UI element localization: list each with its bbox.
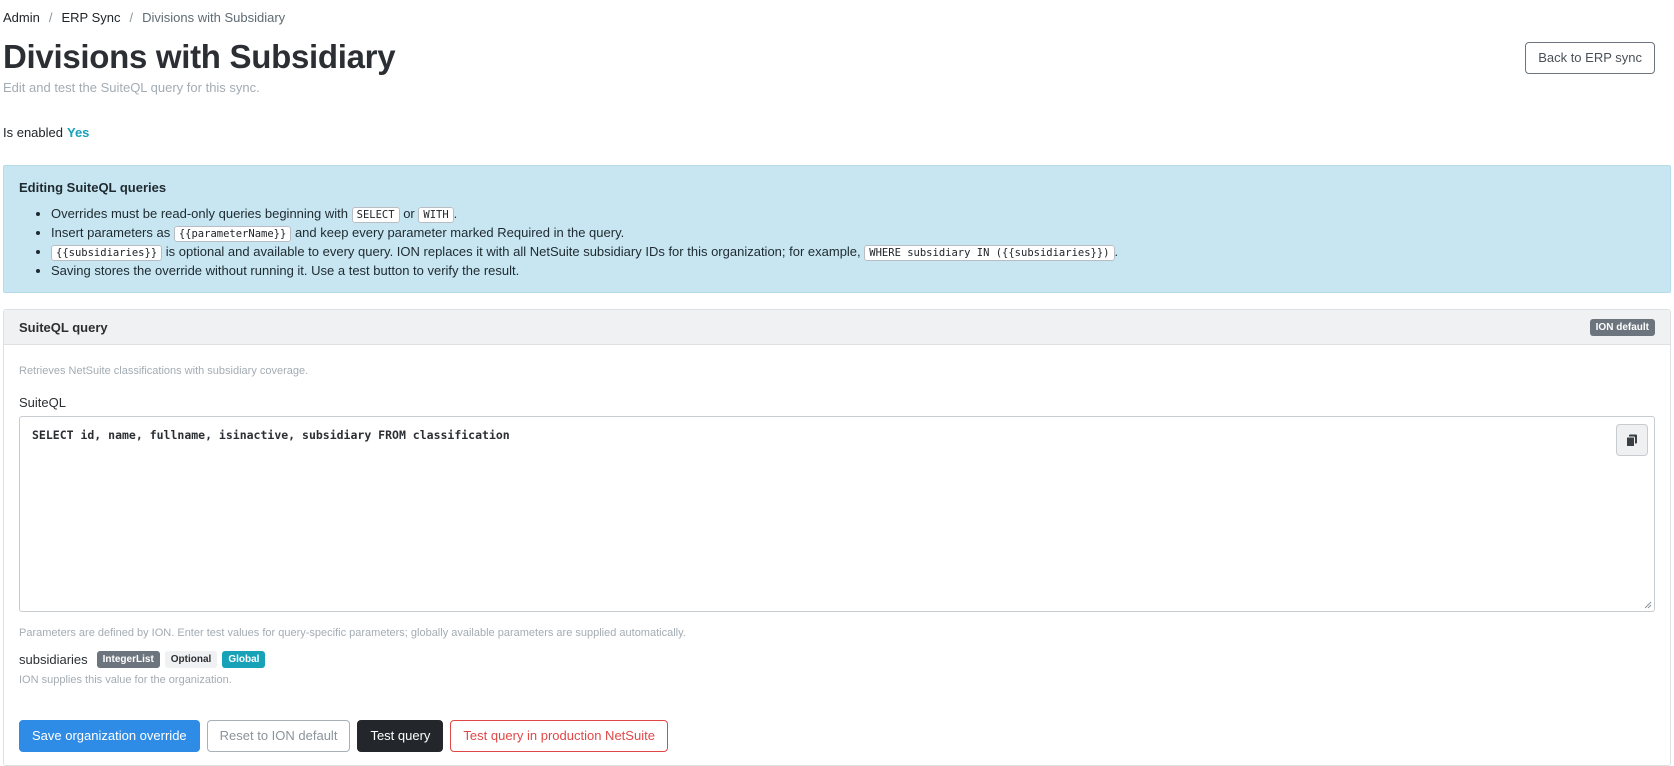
info-item: Insert parameters as {{parameterName}} a… xyxy=(51,224,1655,243)
breadcrumb-separator: / xyxy=(48,10,53,25)
save-override-button[interactable]: Save organization override xyxy=(19,720,200,752)
breadcrumb-admin[interactable]: Admin xyxy=(3,10,40,25)
reset-default-button[interactable]: Reset to ION default xyxy=(206,720,351,752)
parameter-name: subsidiaries xyxy=(19,652,88,667)
code-snippet: {{parameterName}} xyxy=(173,226,292,242)
parameter-optional-badge: Optional xyxy=(164,651,218,668)
copy-button[interactable] xyxy=(1616,424,1648,456)
info-text: Overrides must be read-only queries begi… xyxy=(51,206,348,221)
breadcrumb-separator: / xyxy=(129,10,134,25)
parameters-note: Parameters are defined by ION. Enter tes… xyxy=(19,627,686,639)
suiteql-code[interactable]: SELECT id, name, fullname, isinactive, s… xyxy=(32,428,510,442)
enabled-status: Is enabled Yes xyxy=(3,125,89,140)
code-snippet: SELECT xyxy=(351,207,400,223)
code-snippet: WHERE subsidiary IN ({{subsidiaries}}) xyxy=(864,245,1115,261)
info-item: {{subsidiaries}} is optional and availab… xyxy=(51,243,1655,262)
info-text: . xyxy=(453,206,458,221)
info-alert: Editing SuiteQL queries Overrides must b… xyxy=(3,165,1671,293)
breadcrumb-erp-sync[interactable]: ERP Sync xyxy=(61,10,120,25)
parameter-global-badge: Global xyxy=(222,651,266,668)
suiteql-query-card: SuiteQL query ION default Retrieves NetS… xyxy=(3,309,1671,766)
back-to-erp-sync-button[interactable]: Back to ERP sync xyxy=(1525,42,1655,74)
action-buttons: Save organization override Reset to ION … xyxy=(19,720,668,752)
copy-icon xyxy=(1626,434,1637,447)
breadcrumb: Admin / ERP Sync / Divisions with Subsid… xyxy=(3,10,285,25)
info-item: Overrides must be read-only queries begi… xyxy=(51,205,1655,224)
info-text: is optional and available to every query… xyxy=(165,244,861,259)
info-text: or xyxy=(403,206,415,221)
suiteql-editor[interactable]: SELECT id, name, fullname, isinactive, s… xyxy=(19,416,1655,612)
info-item: Saving stores the override without runni… xyxy=(51,262,1655,280)
breadcrumb-current: Divisions with Subsidiary xyxy=(142,10,286,25)
info-text: Saving stores the override without runni… xyxy=(51,263,520,278)
ion-default-badge: ION default xyxy=(1589,319,1655,336)
suiteql-label: SuiteQL xyxy=(19,395,66,410)
parameter-row: subsidiaries IntegerList Optional Global xyxy=(19,651,266,668)
info-list: Overrides must be read-only queries begi… xyxy=(19,205,1655,280)
page-title: Divisions with Subsidiary xyxy=(3,38,396,75)
query-description: Retrieves NetSuite classifications with … xyxy=(19,365,309,377)
parameter-help: ION supplies this value for the organiza… xyxy=(19,674,232,686)
test-production-button[interactable]: Test query in production NetSuite xyxy=(450,720,668,752)
card-title: SuiteQL query xyxy=(19,320,108,335)
enabled-value: Yes xyxy=(67,125,90,140)
info-text: . xyxy=(1114,244,1119,259)
code-snippet: WITH xyxy=(418,207,454,223)
info-text: Insert parameters as xyxy=(51,225,171,240)
info-text: and keep every parameter marked Required… xyxy=(294,225,625,240)
card-header: SuiteQL query ION default xyxy=(4,310,1670,345)
parameter-type-badge: IntegerList xyxy=(96,651,160,668)
page-subtitle: Edit and test the SuiteQL query for this… xyxy=(3,80,260,95)
resize-handle-icon[interactable] xyxy=(1644,601,1652,609)
code-snippet: {{subsidiaries}} xyxy=(51,245,163,261)
test-query-button[interactable]: Test query xyxy=(357,720,444,752)
info-title: Editing SuiteQL queries xyxy=(19,180,167,195)
enabled-label: Is enabled xyxy=(3,125,63,140)
